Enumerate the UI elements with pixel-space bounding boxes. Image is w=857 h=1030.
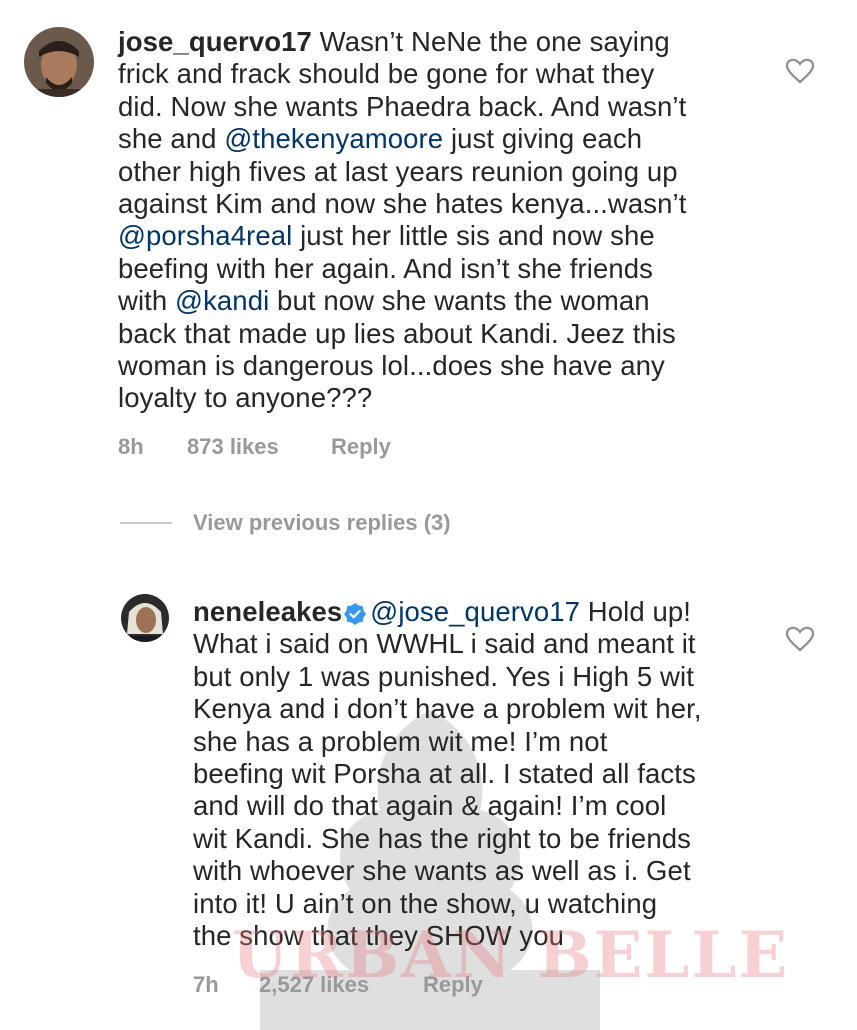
comment-text-segment: with: [118, 285, 176, 317]
comment-text-segment: wit Kandi. She has the right to be frien…: [193, 822, 691, 854]
comment-line: beefing wit Porsha at all. I stated all …: [193, 758, 793, 790]
comment-text-segment: she and: [118, 123, 225, 155]
comment-line: did. Now she wants Phaedra back. And was…: [118, 91, 798, 123]
comment-text-segment: woman is dangerous lol...does she have a…: [118, 350, 665, 382]
view-previous-replies[interactable]: View previous replies (3): [120, 510, 451, 536]
comment-text-segment: into it! U ain’t on the show, u watching: [193, 887, 658, 919]
comment-text-segment: just giving each: [443, 123, 643, 155]
comment-text-segment: back that made up lies about Kandi. Jeez…: [118, 317, 676, 349]
view-previous-label[interactable]: View previous replies (3): [193, 510, 451, 536]
comment-text-segment: frick and frack should be gone for what …: [118, 58, 655, 90]
comment-text-segment: other high fives at last years reunion g…: [118, 155, 678, 187]
comment-text-segment: What i said on WWHL i said and meant it: [193, 628, 696, 660]
comment-line: the show that they SHOW you: [193, 920, 793, 952]
comment-text-segment: with whoever she wants as well as i. Get: [193, 855, 691, 887]
comment-text-segment: against Kim and now she hates kenya...wa…: [118, 188, 687, 220]
comment-line: neneleakes @jose_quervo17 Hold up!: [193, 596, 793, 628]
comment-text-segment: beefing wit Porsha at all. I stated all …: [193, 758, 696, 790]
comment-line: against Kim and now she hates kenya...wa…: [118, 188, 798, 220]
mention-link[interactable]: @jose_quervo17: [370, 596, 580, 627]
comment-line: but only 1 was punished. Yes i High 5 wi…: [193, 661, 793, 693]
avatar-image: [121, 594, 169, 642]
comment-line: back that made up lies about Kandi. Jeez…: [118, 318, 798, 350]
comment-text-segment: just her little sis and now she: [292, 220, 655, 252]
reply-button[interactable]: Reply: [331, 434, 391, 460]
comment-time: 7h: [193, 972, 219, 997]
comment-line: and will do that again & again! I’m cool: [193, 790, 793, 822]
comment-line: with @kandi but now she wants the woman: [118, 285, 798, 317]
comment-text-segment: Hold up!: [580, 596, 691, 627]
avatar[interactable]: [121, 594, 169, 642]
comment-line: jose_quervo17 Wasn’t NeNe the one saying: [118, 26, 798, 58]
mention-link[interactable]: @thekenyamoore: [224, 123, 443, 154]
comment-text: jose_quervo17 Wasn’t NeNe the one saying…: [118, 26, 798, 415]
comment-meta: 8h 873 likes Reply: [118, 434, 391, 460]
comment-meta: 7h 2,527 likes Reply: [193, 972, 483, 998]
comment-line: Kenya and i don’t have a problem wit her…: [193, 693, 793, 725]
comment-text-segment: Wasn’t NeNe the one saying: [319, 26, 670, 57]
comment-line: wit Kandi. She has the right to be frien…: [193, 823, 793, 855]
comment-text-segment: loyalty to anyone???: [118, 382, 373, 414]
comment-text-segment: the show that they SHOW you: [193, 920, 565, 952]
comment-line: beefing with her again. And isn’t she fr…: [118, 253, 798, 285]
comment-line: @porsha4real just her little sis and now…: [118, 220, 798, 252]
username-link[interactable]: neneleakes: [193, 596, 342, 627]
comment-line: into it! U ain’t on the show, u watching: [193, 888, 793, 920]
likes-count[interactable]: 2,527 likes: [259, 972, 423, 998]
likes-count[interactable]: 873 likes: [187, 434, 331, 460]
comment-text-segment: she has a problem wit me! I’m not: [193, 725, 608, 757]
comment-text-segment: did. Now she wants Phaedra back. And was…: [118, 90, 687, 122]
comment-text-segment: but now she wants the woman: [269, 285, 650, 317]
heart-outline-icon[interactable]: [785, 58, 815, 84]
comment-line: woman is dangerous lol...does she have a…: [118, 350, 798, 382]
avatar[interactable]: [24, 27, 94, 97]
comment-text-segment: Kenya and i don’t have a problem wit her…: [193, 693, 702, 725]
username-link[interactable]: jose_quervo17: [118, 26, 312, 57]
mention-link[interactable]: @kandi: [175, 285, 269, 316]
comment-time: 8h: [118, 434, 144, 459]
verified-badge-icon: [344, 603, 367, 625]
comment-line: What i said on WWHL i said and meant it: [193, 628, 793, 660]
comment-line: she has a problem wit me! I’m not: [193, 726, 793, 758]
avatar-image: [24, 27, 94, 97]
comment-text: neneleakes @jose_quervo17 Hold up! What i …: [193, 596, 793, 952]
comment-text-segment: but only 1 was punished. Yes i High 5 wi…: [193, 660, 694, 692]
heart-outline-icon[interactable]: [785, 626, 815, 652]
mention-link[interactable]: @porsha4real: [118, 220, 292, 251]
comment-line: she and @thekenyamoore just giving each: [118, 123, 798, 155]
comment-line: with whoever she wants as well as i. Get: [193, 855, 793, 887]
comment-line: frick and frack should be gone for what …: [118, 58, 798, 90]
comment-line: loyalty to anyone???: [118, 382, 798, 414]
reply-button[interactable]: Reply: [423, 972, 483, 998]
comment-text-segment: and will do that again & again! I’m cool: [193, 790, 667, 822]
comment-line: other high fives at last years reunion g…: [118, 156, 798, 188]
divider-line: [120, 522, 172, 524]
comment-text-segment: beefing with her again. And isn’t she fr…: [118, 252, 653, 284]
